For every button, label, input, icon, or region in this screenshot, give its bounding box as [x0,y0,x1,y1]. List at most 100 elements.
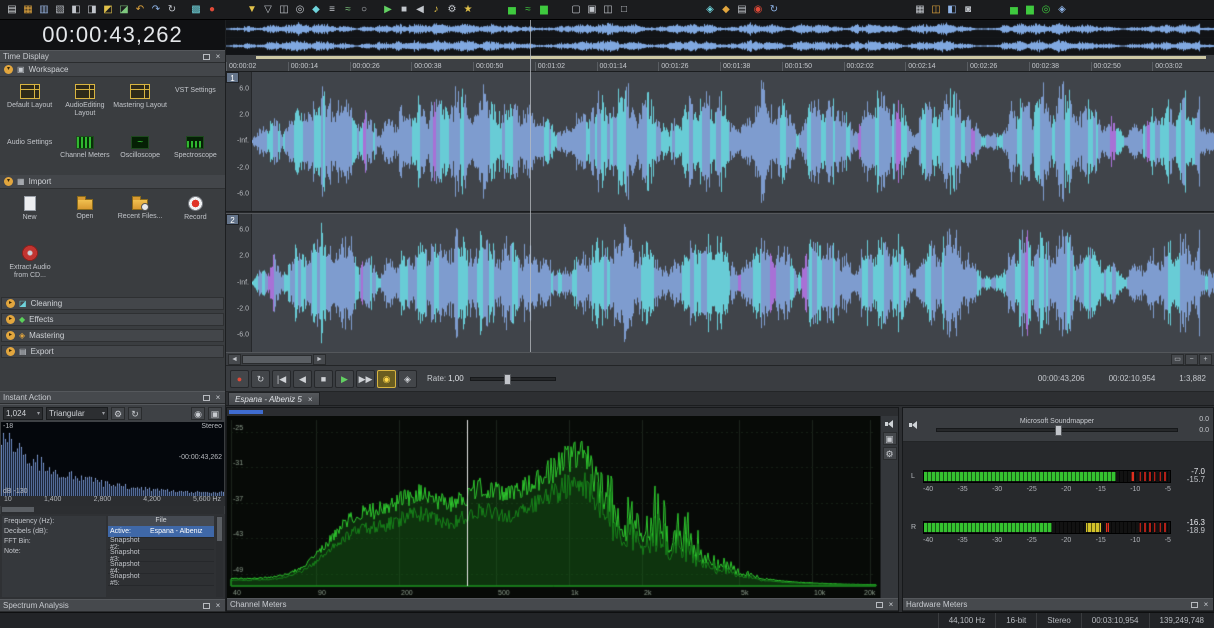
marker-icon[interactable]: ▼ [244,2,260,18]
dock-icon[interactable] [203,394,210,401]
stop-toolbar-icon[interactable]: ■ [396,2,412,18]
overview-strip[interactable] [226,20,1214,55]
playhead-cursor[interactable] [530,20,531,352]
import-section-header[interactable]: ▾ ▦ Import [0,175,225,189]
spectrum-scrollbar[interactable] [1,506,224,514]
overview-waveform-left[interactable] [226,21,1214,37]
snap-grid-icon[interactable]: ▦ [912,2,928,18]
new-file-icon[interactable]: ▤ [4,2,20,18]
zoom-in-button[interactable]: + [1199,353,1212,365]
time-ruler[interactable]: 00:00:02 00:00:14 00:00:26 00:00:38 00:00:50… [226,55,1214,72]
zoom-out-button[interactable]: − [1185,353,1198,365]
envelope-tool-icon[interactable]: ◆ [308,2,324,18]
play-button[interactable]: ▶ [335,369,354,388]
cascade-windows-icon[interactable]: ▣ [584,2,600,18]
db-ruler-2[interactable]: 6.0 2.0 -Inf. -2.0 -6.0 [226,213,252,352]
auto-ripple-icon[interactable]: ◫ [928,2,944,18]
previous-button[interactable]: ◀ [293,369,312,388]
snapshot-icon[interactable]: ◉ [191,407,205,420]
float-window-icon[interactable]: □ [616,2,632,18]
scroll-right-icon[interactable]: ► [313,353,326,365]
waveform-channel-1[interactable] [252,72,1214,211]
file-properties-icon[interactable]: ▧ [52,2,68,18]
workspace-vst-settings[interactable]: VST Settings [168,79,223,131]
stop-button[interactable]: ■ [314,369,333,388]
loop-region-bar[interactable] [256,56,1206,59]
settings-gear-icon[interactable]: ⚙ [111,407,125,420]
dock-icon[interactable] [876,601,883,608]
tile-windows-icon[interactable]: ▢ [568,2,584,18]
workspace-default-layout[interactable]: Default Layout [2,79,57,131]
overview-waveform-right[interactable] [226,38,1214,54]
scope-view-icon[interactable]: ≈ [520,2,536,18]
script-icon[interactable]: ▤ [734,2,750,18]
soundmapper-icon[interactable]: ◈ [1054,2,1070,18]
table-scrollbar[interactable] [216,516,223,597]
repeat-icon[interactable]: ↻ [164,2,180,18]
fx-chain-icon[interactable]: ◈ [702,2,718,18]
refresh-icon[interactable]: ↻ [128,407,142,420]
close-icon[interactable]: × [214,393,222,402]
monitor-record-icon[interactable]: ◉ [750,2,766,18]
section-effects[interactable]: ▸ ◆ Effects [1,313,224,326]
dock-windows-icon[interactable]: ◫ [600,2,616,18]
record-button[interactable]: ● [230,369,249,388]
scroll-left-icon[interactable]: ◄ [228,353,241,365]
close-icon[interactable]: × [214,601,222,610]
zoom-selection-button[interactable]: ▭ [1171,353,1184,365]
output-gain-slider[interactable] [935,424,1179,436]
play-all-button[interactable]: ▶▶ [356,369,375,388]
workspace-channel-meters[interactable]: Channel Meters [57,131,112,173]
workspace-mastering-layout[interactable]: Mastering Layout [113,79,168,131]
preset-icon[interactable]: ★ [460,2,476,18]
phase-window-icon[interactable]: ◎ [1038,2,1054,18]
paste-icon[interactable]: ◩ [100,2,116,18]
redo-icon[interactable]: ↷ [148,2,164,18]
snapshot-row[interactable]: Snapshot #5: [108,573,214,587]
import-new[interactable]: New [2,191,57,236]
mix-paste-icon[interactable]: ▩ [188,2,204,18]
dock-icon[interactable] [203,602,210,609]
loop-playback-button[interactable]: ↻ [251,369,270,388]
play-toolbar-icon[interactable]: ▶ [380,2,396,18]
scrub-button[interactable]: ◉ [377,369,396,388]
workspace-section-header[interactable]: ▾ ▣ Workspace [0,63,225,77]
waveform-channel-2[interactable] [252,213,1214,352]
statistics-icon[interactable]: ≡ [324,2,340,18]
undo-icon[interactable]: ↶ [132,2,148,18]
file-tab[interactable]: Espana - Albeniz 5 × [228,392,320,405]
dock-icon[interactable] [1191,601,1198,608]
monitor-button[interactable]: ◈ [398,369,417,388]
section-export[interactable]: ▸ ▤ Export [1,345,224,358]
section-cleaning[interactable]: ▸ ◪ Cleaning [1,297,224,310]
crossfade-icon[interactable]: ◧ [944,2,960,18]
close-icon[interactable]: × [887,600,895,609]
speaker-icon[interactable] [907,419,921,431]
effects-icon[interactable]: ◆ [718,2,734,18]
fft-size-select[interactable]: 1,024 ▾ [3,407,43,420]
meters-window-icon[interactable]: ▅ [1006,2,1022,18]
rate-slider[interactable] [469,373,556,385]
sync-icon[interactable]: ↻ [766,2,782,18]
magnify-tool-icon[interactable]: ◎ [292,2,308,18]
workspace-oscilloscope[interactable]: Oscilloscope [113,131,168,173]
channel-2-tab[interactable]: 2 [226,213,239,225]
spectrum-window-icon[interactable]: ▆ [1022,2,1038,18]
speaker-icon[interactable] [883,418,897,430]
waveform-icon[interactable]: ≈ [340,2,356,18]
import-record[interactable]: Record [168,191,223,236]
workspace-spectroscope[interactable]: Spectroscope [168,131,223,173]
spectrum-display[interactable]: Stereo -00:00:43,262 -18 dB -130 [1,422,224,496]
db-ruler-1[interactable]: 6.0 2.0 -Inf. -2.0 -6.0 [226,72,252,211]
import-open[interactable]: Open [57,191,112,236]
hold-icon[interactable]: ▣ [208,407,222,420]
go-to-start-button[interactable]: |◀ [272,369,291,388]
scroll-thumb[interactable] [242,354,312,364]
trim-icon[interactable]: ◪ [116,2,132,18]
window-type-select[interactable]: Triangular ▾ [46,407,108,420]
copy-icon[interactable]: ◨ [84,2,100,18]
import-extract-audio-from-cd[interactable]: Extract Audio from CD... [2,240,58,292]
close-icon[interactable]: × [214,52,222,61]
plugin-chain-icon[interactable]: ⚙ [444,2,460,18]
meters-view-icon[interactable]: ▅ [504,2,520,18]
